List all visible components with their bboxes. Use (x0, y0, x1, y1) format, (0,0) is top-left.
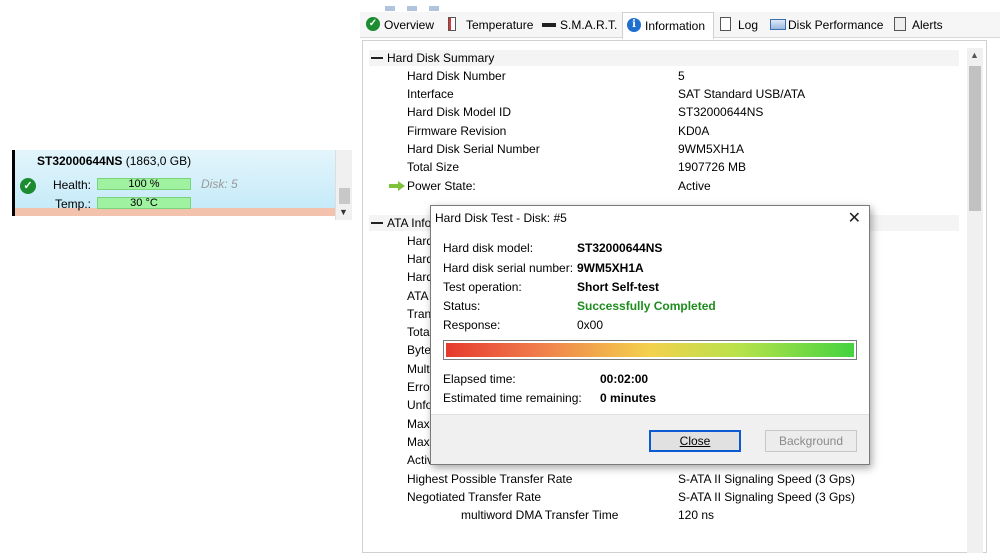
toolbar-icon[interactable] (385, 6, 395, 11)
section-title: ATA Info (387, 216, 432, 230)
toolbar-icon[interactable] (407, 6, 417, 11)
close-button[interactable]: Close (649, 430, 741, 452)
tab-label: Log (738, 18, 759, 32)
row-label: multiword DMA Transfer Time (461, 508, 619, 522)
progress-fill (446, 343, 854, 357)
row-value: KD0A (678, 124, 710, 138)
serial-value: 9WM5XH1A (577, 261, 644, 275)
dash-icon (542, 23, 556, 27)
tab-smart[interactable]: S.M.A.R.T. (538, 12, 622, 38)
tab-label: Temperature (466, 18, 534, 32)
row-label: Power State: (407, 179, 476, 193)
tab-label: Overview (384, 18, 435, 32)
row-value: ST32000644NS (678, 105, 764, 119)
temp-label: Temp.: (54, 197, 91, 211)
close-icon[interactable]: ✕ (848, 208, 861, 228)
tab-label: Information (645, 19, 706, 33)
remaining-value: 0 minutes (600, 391, 657, 405)
row-label: Maxi (407, 417, 433, 431)
content-scrollbar[interactable]: ▲ (967, 48, 983, 553)
check-circle-icon: ✓ (366, 17, 380, 31)
row-label: Hard Disk Serial Number (407, 142, 540, 156)
disk-model: ST32000644NS (37, 154, 123, 168)
collapse-icon[interactable] (371, 57, 383, 59)
row-label: Multi (407, 362, 433, 376)
tab-information[interactable]: i Information (622, 12, 714, 39)
performance-chart-icon (770, 19, 786, 30)
disk-list-item[interactable]: ST32000644NS (1863,0 GB) ✓ Health: 100 %… (12, 150, 335, 216)
operation-value: Short Self-test (577, 280, 660, 294)
disk-list-scrollbar[interactable]: ▼ (335, 150, 352, 220)
toolbar-strip (385, 0, 465, 11)
disk-list-panel: ST32000644NS (1863,0 GB) ✓ Health: 100 %… (12, 150, 352, 220)
elapsed-label: Elapsed time: (443, 372, 516, 386)
chevron-down-icon[interactable]: ▼ (339, 207, 348, 217)
row-value: 5 (678, 69, 685, 83)
status-value: Successfully Completed (577, 299, 716, 313)
elapsed-value: 00:02:00 (600, 372, 649, 386)
row-value: SAT Standard USB/ATA (678, 87, 806, 101)
document-icon (720, 17, 731, 31)
row-label: ATA (407, 289, 429, 303)
toolbar-icon[interactable] (429, 6, 439, 11)
health-label: Health: (52, 178, 91, 192)
tab-label: Disk Performance (788, 18, 884, 32)
row-label: Total Size (407, 160, 460, 174)
health-bar: 100 % (97, 178, 191, 190)
alerts-document-icon (894, 17, 906, 31)
row-label: Interface (407, 87, 454, 101)
tab-bar: ✓ Overview Temperature S.M.A.R.T. i Info… (360, 12, 1000, 39)
info-icon: i (627, 18, 641, 32)
scroll-thumb[interactable] (969, 66, 981, 211)
model-value: ST32000644NS (577, 241, 663, 255)
row-label: Highest Possible Transfer Rate (407, 472, 573, 486)
disk-size: (1863,0 GB) (125, 154, 192, 168)
response-value: 0x00 (577, 318, 604, 332)
scroll-thumb[interactable] (339, 188, 350, 204)
row-label: Hard Disk Number (407, 69, 506, 83)
section-title: Hard Disk Summary (387, 51, 495, 65)
row-value: 9WM5XH1A (678, 142, 745, 156)
row-value: 120 ns (678, 508, 715, 522)
row-label: Firmware Revision (407, 124, 507, 138)
row-value: S-ATA II Signaling Speed (3 Gps) (678, 490, 855, 504)
dialog-footer: Close Background (431, 414, 869, 464)
response-label: Response: (443, 318, 501, 332)
row-value: S-ATA II Signaling Speed (3 Gps) (678, 472, 855, 486)
model-label: Hard disk model: (443, 241, 534, 255)
tab-label: Alerts (912, 18, 943, 32)
tab-overview[interactable]: ✓ Overview (362, 12, 440, 38)
tab-disk-performance[interactable]: Disk Performance (766, 12, 886, 38)
chevron-up-icon[interactable]: ▲ (970, 50, 979, 60)
disk-title: ST32000644NS (1863,0 GB) (37, 154, 191, 168)
row-value: Active (678, 179, 711, 193)
status-label: Status: (443, 299, 481, 313)
thermometer-icon (448, 17, 456, 31)
test-progress-bar (443, 340, 857, 360)
serial-label: Hard disk serial number: (443, 261, 574, 275)
tab-temperature[interactable]: Temperature (444, 12, 534, 38)
hard-disk-test-dialog: Hard Disk Test - Disk: #5 ✕ Hard disk mo… (430, 205, 870, 465)
tab-label: S.M.A.R.T. (560, 18, 618, 32)
dialog-title: Hard Disk Test - Disk: #5 (435, 211, 567, 225)
temp-bar: 30 °C (97, 197, 191, 209)
remaining-label: Estimated time remaining: (443, 391, 582, 405)
row-label: Unfo (407, 398, 433, 412)
row-label: Negotiated Transfer Rate (407, 490, 542, 504)
row-label: Maxi (407, 435, 433, 449)
arrow-right-icon (389, 181, 405, 191)
collapse-icon[interactable] (371, 222, 383, 224)
section-header-summary[interactable]: Hard Disk Summary (369, 50, 959, 66)
row-value: 1907726 MB (678, 160, 747, 174)
tab-log[interactable]: Log (716, 12, 762, 38)
row-label: Total (407, 325, 433, 339)
background-button[interactable]: Background (765, 430, 857, 452)
disk-number: Disk: 5 (201, 177, 238, 191)
operation-label: Test operation: (443, 280, 522, 294)
row-label: Hard Disk Model ID (407, 105, 512, 119)
tab-alerts[interactable]: Alerts (890, 12, 950, 38)
row-label: Byte (407, 343, 432, 357)
